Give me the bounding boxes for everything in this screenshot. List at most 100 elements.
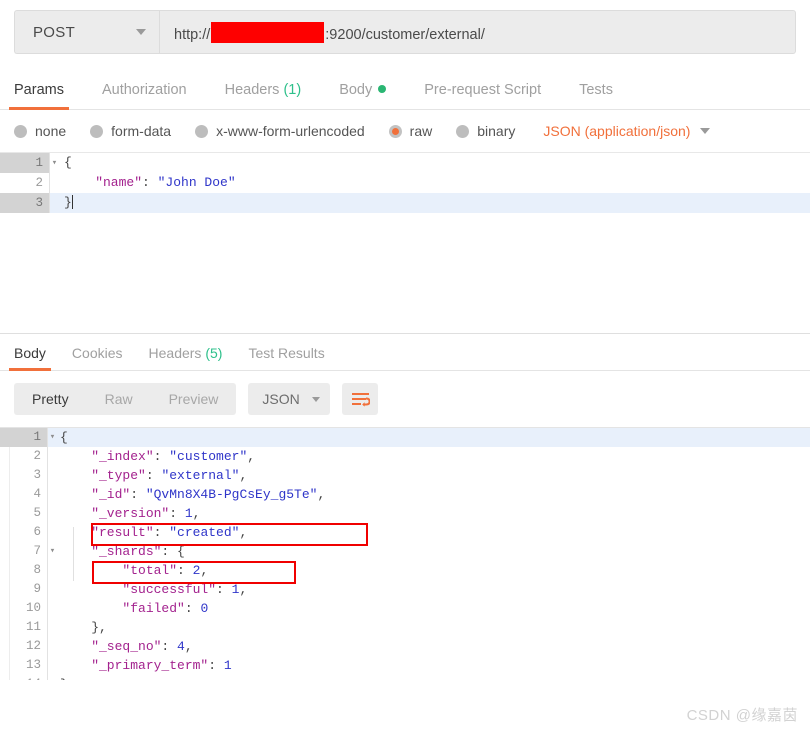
line-number: 3 <box>0 466 48 485</box>
radio-icon <box>456 124 470 138</box>
tab-pre-request-script[interactable]: Pre-request Script <box>424 82 541 109</box>
code-text: "_primary_term": 1 <box>60 658 232 673</box>
line-number: 8 <box>0 561 48 580</box>
body-type-binary[interactable]: binary <box>456 123 515 139</box>
code-line[interactable]: 8 "total": 2, <box>0 561 810 580</box>
radio-icon <box>90 124 104 138</box>
code-text: "_shards": { <box>60 544 185 559</box>
response-tab-body-label: Body <box>14 345 46 361</box>
body-type-urlencoded-label: x-www-form-urlencoded <box>216 123 365 139</box>
url-prefix: http:// <box>174 26 211 43</box>
code-text: "successful": 1, <box>60 582 248 597</box>
code-text: } <box>48 675 810 680</box>
tab-params[interactable]: Params <box>9 82 69 110</box>
response-tab-headers-label: Headers <box>148 345 202 361</box>
tab-headers-label: Headers <box>224 82 280 98</box>
body-type-none[interactable]: none <box>14 123 66 139</box>
line-number: 3 <box>0 193 50 213</box>
word-wrap-icon <box>351 392 370 407</box>
code-text: "_version": 1, <box>60 506 201 521</box>
code-line[interactable]: 2 "_index": "customer", <box>0 447 810 466</box>
tab-body-label: Body <box>339 82 373 98</box>
code-line[interactable]: 1 ▾ { <box>0 153 810 173</box>
code-text: "_index": "customer", <box>60 449 256 464</box>
code-line[interactable]: 6 "result": "created", <box>0 523 810 542</box>
response-tab-cookies[interactable]: Cookies <box>72 345 123 370</box>
line-number: 1 ▾ <box>0 153 57 173</box>
tab-authorization-label: Authorization <box>101 82 187 98</box>
code-text: "_seq_no": 4, <box>60 639 193 654</box>
http-method-select[interactable]: POST <box>14 10 159 54</box>
code-line[interactable]: 5 "_version": 1, <box>0 504 810 523</box>
code-text: "failed": 0 <box>60 601 209 616</box>
response-format-select[interactable]: JSON <box>248 383 331 415</box>
line-number: 10 <box>0 599 48 618</box>
line-number: 5 <box>0 504 48 523</box>
response-tab-headers-count: (5) <box>205 345 223 361</box>
code-line[interactable]: 3} <box>0 193 810 213</box>
indent-guide <box>73 526 74 582</box>
code-line[interactable]: 4 "_id": "QvMn8X4B-PgCsEy_g5Te", <box>0 485 810 504</box>
code-line[interactable]: 3 "_type": "external", <box>0 466 810 485</box>
response-toolbar: Pretty Raw Preview JSON <box>0 371 810 427</box>
response-tab-test-results-label: Test Results <box>248 345 325 361</box>
line-number: 2 <box>0 173 50 193</box>
response-body-editor[interactable]: 1 ▾{2 "_index": "customer", 3 "_type": "ex… <box>0 427 810 680</box>
radio-checked-icon <box>388 124 402 138</box>
response-view-mode-group: Pretty Raw Preview <box>14 383 237 415</box>
code-line[interactable]: 10 "failed": 0 <box>0 599 810 618</box>
body-type-urlencoded[interactable]: x-www-form-urlencoded <box>195 123 365 139</box>
body-type-binary-label: binary <box>477 123 516 139</box>
request-body-editor[interactable]: 1 ▾ {2 "name": "John Doe" 3} <box>0 153 810 334</box>
line-number: 6 <box>0 523 48 542</box>
code-line[interactable]: 13 "_primary_term": 1 <box>0 656 810 675</box>
url-input[interactable]: http://:9200/customer/external/ <box>159 10 796 54</box>
line-number: 2 <box>0 447 48 466</box>
request-tabs: Params Authorization Headers (1) Body Pr… <box>0 68 810 110</box>
response-format-label: JSON <box>262 391 300 407</box>
code-text: "_id": "QvMn8X4B-PgCsEy_g5Te", <box>60 487 326 502</box>
code-line[interactable]: 12 "_seq_no": 4, <box>0 637 810 656</box>
tab-pre-request-script-label: Pre-request Script <box>424 82 542 98</box>
tab-body[interactable]: Body <box>339 82 387 109</box>
body-type-none-label: none <box>35 123 67 139</box>
body-type-form-data[interactable]: form-data <box>90 123 171 139</box>
tab-tests-label: Tests <box>579 82 613 98</box>
line-number: 4 <box>0 485 48 504</box>
code-text: }, <box>60 620 107 635</box>
response-tab-body[interactable]: Body <box>9 345 51 371</box>
response-tab-test-results[interactable]: Test Results <box>248 345 324 370</box>
mime-type-select[interactable]: JSON (application/json) <box>543 123 711 139</box>
response-tabs: Body Cookies Headers (5) Test Results <box>0 334 810 371</box>
body-type-raw[interactable]: raw <box>388 123 432 139</box>
view-mode-preview[interactable]: Preview <box>151 383 237 415</box>
word-wrap-button[interactable] <box>342 383 379 415</box>
tab-params-label: Params <box>14 82 64 98</box>
code-text: { <box>64 155 72 170</box>
code-line[interactable]: 9 "successful": 1, <box>0 580 810 599</box>
tab-tests[interactable]: Tests <box>579 82 613 109</box>
chevron-down-icon <box>312 396 321 402</box>
view-mode-pretty[interactable]: Pretty <box>14 383 87 415</box>
chevron-down-icon <box>700 128 711 134</box>
code-text: "_type": "external", <box>60 468 248 483</box>
code-line[interactable]: 14} <box>0 675 810 680</box>
line-number: 11 <box>0 618 48 637</box>
line-number: 1 ▾ <box>0 428 55 447</box>
code-line[interactable]: 1 ▾ { <box>0 428 810 447</box>
line-number: 12 <box>0 637 48 656</box>
code-line[interactable]: 7 ▾ "_shards": { <box>0 542 810 561</box>
mime-type-label: JSON (application/json) <box>543 123 691 139</box>
response-tab-headers[interactable]: Headers (5) <box>149 345 223 370</box>
url-redaction-block <box>211 21 325 43</box>
line-number: 13 <box>0 656 48 675</box>
tab-authorization[interactable]: Authorization <box>102 82 187 109</box>
text-cursor <box>71 195 73 209</box>
chevron-down-icon <box>136 29 146 35</box>
view-mode-raw[interactable]: Raw <box>87 383 151 415</box>
radio-icon <box>195 124 209 138</box>
tab-headers[interactable]: Headers (1) <box>225 82 302 109</box>
code-line[interactable]: 11 }, <box>0 618 810 637</box>
line-number: 7 ▾ <box>0 542 55 561</box>
code-line[interactable]: 2 "name": "John Doe" <box>0 173 810 193</box>
